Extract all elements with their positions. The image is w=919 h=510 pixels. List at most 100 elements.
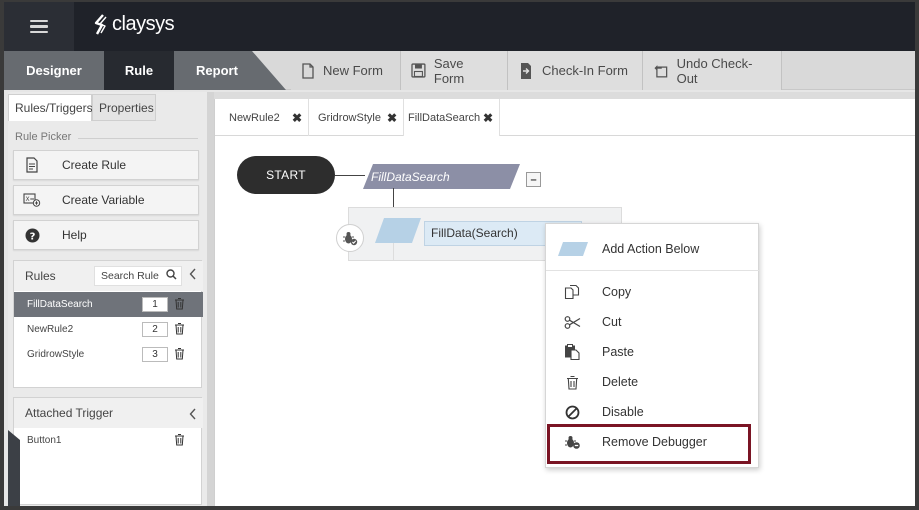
trigger-item-button1[interactable]: Button1 bbox=[27, 435, 61, 446]
chevron-left-icon[interactable] bbox=[189, 267, 196, 283]
debugger-toggle[interactable] bbox=[336, 224, 364, 252]
left-panel: Rules/Triggers Properties Rule Picker Cr… bbox=[8, 92, 207, 506]
create-rule-button[interactable]: Create Rule bbox=[13, 150, 199, 180]
rule-item-filldatasearch[interactable]: FillDataSearch 1 bbox=[14, 292, 203, 317]
undo-icon bbox=[654, 64, 668, 77]
attached-trigger-panel: Attached Trigger Button1 bbox=[13, 397, 203, 505]
tab-properties[interactable]: Properties bbox=[92, 94, 156, 121]
add-action-icon bbox=[558, 241, 588, 257]
save-form-button[interactable]: Save Form bbox=[400, 51, 507, 90]
menu-item-label: Cut bbox=[602, 315, 622, 329]
highlight-box bbox=[547, 424, 751, 464]
check-in-form-button[interactable]: Check-In Form bbox=[507, 51, 642, 90]
doc-tab-label: NewRule2 bbox=[229, 111, 280, 124]
start-node[interactable]: START bbox=[237, 156, 335, 194]
trigger-title: Attached Trigger bbox=[25, 406, 114, 420]
new-form-button[interactable]: New Form bbox=[291, 51, 400, 90]
menu-item-add-action-below[interactable]: Add Action Below bbox=[546, 234, 760, 264]
floppy-disk-icon bbox=[411, 63, 426, 78]
doc-tab-label: GridrowStyle bbox=[318, 111, 381, 124]
claysys-logo-icon bbox=[94, 13, 107, 35]
tab-label: Properties bbox=[99, 100, 154, 115]
tab-rules-triggers[interactable]: Rules/Triggers bbox=[8, 94, 93, 121]
nav-bar: Designer Rule Report New Form Save Form … bbox=[4, 51, 915, 90]
flow-connector bbox=[335, 175, 365, 176]
close-icon[interactable]: ✖ bbox=[483, 111, 493, 125]
create-rule-icon bbox=[14, 157, 50, 173]
tab-rule[interactable]: Rule bbox=[104, 51, 174, 90]
trash-icon[interactable] bbox=[174, 347, 185, 363]
search-icon[interactable] bbox=[166, 269, 177, 283]
doc-tab-newrule2[interactable]: NewRule2 ✖ bbox=[215, 99, 309, 136]
document-tabs: NewRule2 ✖ GridrowStyle ✖ FillDataSearch… bbox=[215, 99, 915, 136]
chevron-left-icon[interactable] bbox=[189, 407, 196, 423]
panel-tabs: Rules/Triggers Properties bbox=[8, 94, 207, 121]
menu-button[interactable] bbox=[4, 2, 74, 51]
scissors-icon bbox=[562, 314, 582, 330]
check-in-icon bbox=[521, 62, 531, 79]
help-icon: ? bbox=[14, 228, 50, 243]
document-icon bbox=[302, 62, 314, 79]
debugger-icon bbox=[343, 231, 358, 245]
disable-icon bbox=[562, 404, 582, 420]
help-button[interactable]: ? Help bbox=[13, 220, 199, 250]
close-icon[interactable]: ✖ bbox=[292, 111, 302, 125]
splitter[interactable] bbox=[207, 92, 214, 506]
menu-item-label: Delete bbox=[602, 375, 639, 389]
tab-designer[interactable]: Designer bbox=[4, 51, 104, 90]
button-label: Help bbox=[62, 228, 87, 242]
logo: claysys bbox=[94, 13, 175, 36]
svg-text:?: ? bbox=[29, 231, 35, 242]
rule-name: FillDataSearch bbox=[27, 299, 93, 310]
rule-picker-title: Rule Picker bbox=[15, 131, 72, 143]
app-window: claysys Designer Rule Report New Form Sa… bbox=[0, 0, 919, 510]
divider bbox=[78, 138, 198, 139]
rule-item-newrule2[interactable]: NewRule2 2 bbox=[14, 317, 203, 342]
rule-item-gridrowstyle[interactable]: GridrowStyle 3 bbox=[14, 342, 203, 367]
panel-toggle-handle[interactable] bbox=[8, 430, 20, 506]
button-label: Create Rule bbox=[62, 158, 127, 172]
doc-tab-filldatasearch[interactable]: FillDataSearch ✖ bbox=[404, 99, 500, 136]
create-variable-button[interactable]: X= Create Variable bbox=[13, 185, 199, 215]
menu-item-label: Paste bbox=[602, 345, 634, 359]
toolbar-label: Undo Check-Out bbox=[676, 55, 753, 86]
rule-order-input[interactable]: 3 bbox=[142, 347, 168, 362]
menu-item-delete[interactable]: Delete bbox=[546, 367, 760, 397]
tab-label: Rules/Triggers bbox=[15, 101, 93, 115]
rules-title: Rules bbox=[25, 269, 56, 283]
menu-item-disable[interactable]: Disable bbox=[546, 397, 760, 427]
doc-tab-gridrowstyle[interactable]: GridrowStyle ✖ bbox=[309, 99, 404, 136]
doc-tab-label: FillDataSearch bbox=[408, 111, 481, 124]
menu-item-paste[interactable]: Paste bbox=[546, 337, 760, 367]
close-icon[interactable]: ✖ bbox=[387, 111, 397, 125]
toolbar-label: Save Form bbox=[433, 55, 465, 86]
trash-icon[interactable] bbox=[174, 297, 185, 313]
paste-icon bbox=[562, 344, 582, 360]
tab-label: Designer bbox=[26, 63, 82, 78]
create-variable-icon: X= bbox=[14, 193, 50, 207]
menu-item-copy[interactable]: Copy bbox=[546, 277, 760, 307]
trash-icon[interactable] bbox=[174, 433, 185, 449]
rules-list-panel: Rules Search Rule FillDataSearch 1 NewRu… bbox=[13, 260, 203, 388]
menu-item-label: Add Action Below bbox=[602, 242, 700, 256]
copy-icon bbox=[562, 284, 582, 300]
trash-icon[interactable] bbox=[174, 322, 185, 338]
toolbar-label: Check-In Form bbox=[542, 63, 628, 78]
menu-item-cut[interactable]: Cut bbox=[546, 307, 760, 337]
top-bar: claysys bbox=[4, 2, 915, 51]
collapse-button[interactable]: – bbox=[526, 172, 541, 187]
rule-name: NewRule2 bbox=[27, 324, 74, 335]
action-node-shape[interactable] bbox=[375, 218, 421, 243]
trash-icon bbox=[562, 374, 582, 390]
tab-label: Report bbox=[196, 63, 238, 78]
rule-order-input[interactable]: 2 bbox=[142, 322, 168, 337]
rule-name: GridrowStyle bbox=[27, 349, 85, 360]
toolbar-label: New Form bbox=[323, 63, 383, 78]
rule-order-input[interactable]: 1 bbox=[142, 297, 168, 312]
undo-check-out-button[interactable]: Undo Check-Out bbox=[642, 51, 782, 90]
button-label: Create Variable bbox=[62, 193, 145, 207]
rule-node-label: FillDataSearch bbox=[371, 170, 450, 184]
rules-header: Rules Search Rule bbox=[14, 261, 203, 291]
menu-item-label: Disable bbox=[602, 405, 644, 419]
tab-report[interactable]: Report bbox=[174, 51, 252, 90]
